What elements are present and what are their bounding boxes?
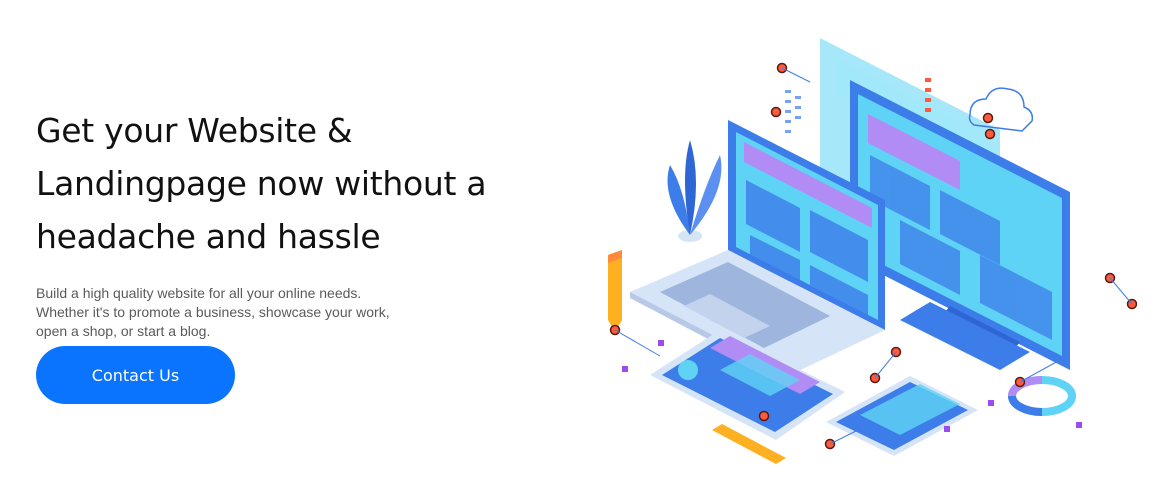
hero-description: Build a high quality website for all you… xyxy=(36,284,556,341)
hero-headline: Get your Website & Landingpage now witho… xyxy=(36,104,556,263)
phone-device xyxy=(826,376,978,456)
isometric-devices-illustration xyxy=(608,38,1138,464)
description-line: Whether it's to promote a business, show… xyxy=(36,304,390,320)
hero-text-block: Get your Website & Landingpage now witho… xyxy=(36,104,556,341)
headline-line: Get your Website & xyxy=(36,111,353,150)
description-line: open a shop, or start a blog. xyxy=(36,323,211,339)
headline-line: headache and hassle xyxy=(36,217,381,256)
headline-line: Landingpage now without a xyxy=(36,164,487,203)
description-line: Build a high quality website for all you… xyxy=(36,285,362,301)
pencil-decoration xyxy=(608,250,622,332)
plant-decoration xyxy=(667,140,722,242)
contact-us-button[interactable]: Contact Us xyxy=(36,346,235,404)
